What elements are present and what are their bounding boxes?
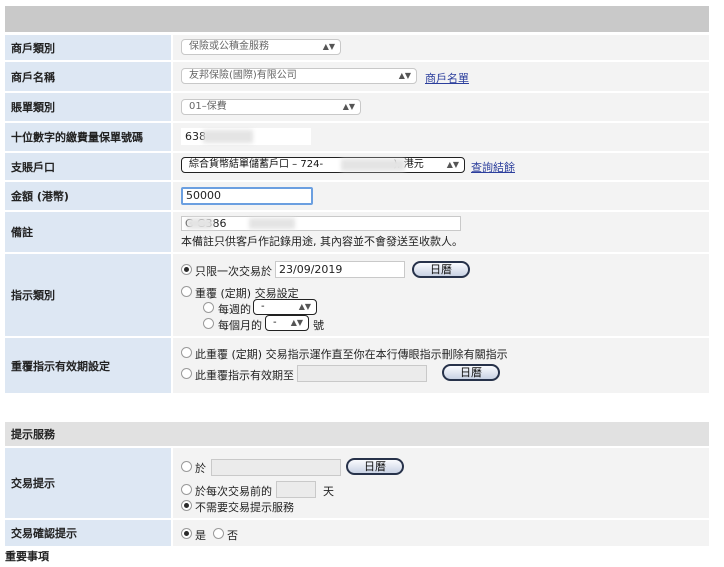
confirm-reminder-row: 交易確認提示 是 否 [5, 520, 709, 546]
redaction-blur [249, 218, 295, 229]
until-cancel-label: 此重覆 (定期) 交易指示運作直至你在本行傳眼指示刪除有關指示 [195, 348, 508, 361]
until-cancel-radio[interactable] [181, 347, 192, 358]
policy-number-label: 十位數字的繳費量保單號碼 [5, 123, 171, 151]
reminder-on-label: 於 [195, 462, 206, 475]
merchant-type-value: 保險或公積金服務 [189, 41, 269, 52]
remarks-row: 備註 G G386 本備註只供客戶作記錄用途, 其內容並不會發送至收款人。 [5, 212, 709, 252]
calendar-button[interactable]: 日曆 [412, 261, 470, 278]
validity-row: 重覆指示有效期設定 此重覆 (定期) 交易指示運作直至你在本行傳眼指示刪除有關指… [5, 338, 709, 393]
reminder-calendar-label: 日曆 [364, 460, 386, 473]
chevron-updown-icon: ▲▼ [322, 42, 335, 51]
remarks-label: 備註 [5, 212, 171, 252]
recurring-radio[interactable] [181, 286, 192, 297]
confirm-no-label: 否 [227, 529, 238, 542]
confirm-yes-radio[interactable] [181, 528, 192, 539]
instruction-type-row: 指示類別 只限一次交易於 23/09/2019 日曆 重覆 (定期) 交易設定 … [5, 254, 709, 336]
remarks-note: 本備註只供客戶作記錄用途, 其內容並不會發送至收款人。 [181, 235, 463, 248]
confirm-reminder-label: 交易確認提示 [5, 520, 171, 546]
confirm-no-radio[interactable] [213, 528, 224, 539]
chevron-updown-icon: ▲▼ [446, 160, 459, 169]
weekly-radio[interactable] [203, 302, 214, 313]
amount-row: 金額 (港幣) 50000 [5, 182, 709, 210]
no-reminder-label: 不需要交易提示服務 [195, 501, 294, 514]
debit-account-row: 支賬戶口 綜合貨幣結單儲蓄戶口 – 724- ), 港元 ▲▼ 查詢結餘 [5, 153, 709, 180]
redaction-blur [187, 218, 213, 229]
validity-calendar-label: 日曆 [460, 366, 482, 379]
no-reminder-radio[interactable] [181, 500, 192, 511]
bill-type-select[interactable]: 01–保費 ▲▼ [181, 99, 361, 115]
reminder-days-input[interactable] [276, 481, 316, 498]
once-date-input[interactable]: 23/09/2019 [275, 261, 405, 278]
important-notes-title: 重要事項 [5, 550, 49, 563]
until-date-input[interactable] [297, 365, 427, 382]
weekly-day-value: - [261, 301, 265, 312]
amount-input[interactable]: 50000 [181, 187, 313, 205]
monthly-radio[interactable] [203, 318, 214, 329]
policy-number-row: 十位數字的繳費量保單號碼 638 [5, 123, 709, 151]
reminder-date-input[interactable] [211, 459, 341, 476]
tx-reminder-label: 交易提示 [5, 448, 171, 518]
merchant-name-label: 商戶名稱 [5, 62, 171, 91]
merchant-name-row: 商戶名稱 友邦保險(國際)有限公司 ▲▼ 商戶名單 [5, 62, 709, 91]
merchant-name-value: 友邦保險(國際)有限公司 [189, 70, 297, 81]
tx-reminder-row: 交易提示 於 日曆 於每次交易前的 天 不需要交易提示服務 [5, 448, 709, 518]
amount-value: 50000 [186, 189, 221, 202]
chevron-updown-icon: ▲▼ [290, 318, 303, 327]
reminder-date-radio[interactable] [181, 461, 192, 472]
reminder-days-radio[interactable] [181, 484, 192, 495]
monthly-suffix: 號 [313, 319, 324, 332]
chevron-updown-icon: ▲▼ [342, 102, 355, 111]
reminder-days-suffix: 天 [323, 485, 334, 498]
chevron-updown-icon: ▲▼ [398, 71, 411, 80]
validity-label: 重覆指示有效期設定 [5, 338, 171, 393]
bill-type-label: 賬單類別 [5, 93, 171, 121]
instruction-type-label: 指示類別 [5, 254, 171, 336]
check-balance-link[interactable]: 查詢結餘 [471, 159, 515, 175]
debit-account-select[interactable]: 綜合貨幣結單儲蓄戶口 – 724- ), 港元 ▲▼ [181, 157, 465, 173]
reminder-calendar-button[interactable]: 日曆 [346, 458, 404, 475]
reminder-section-title: 提示服務 [5, 422, 709, 446]
calendar-button-label: 日曆 [430, 263, 452, 276]
weekly-day-select[interactable]: - ▲▼ [253, 299, 317, 315]
bill-type-value: 01–保費 [189, 101, 227, 112]
bill-type-row: 賬單類別 01–保費 ▲▼ [5, 93, 709, 121]
debit-account-value-prefix: 綜合貨幣結單儲蓄戶口 – 724- [189, 159, 324, 170]
merchant-type-select[interactable]: 保險或公積金服務 ▲▼ [181, 39, 341, 55]
merchant-list-link[interactable]: 商戶名單 [425, 70, 469, 86]
redaction-blur [341, 159, 405, 171]
until-date-label: 此重覆指示有效期至 [195, 369, 294, 382]
merchant-name-select[interactable]: 友邦保險(國際)有限公司 ▲▼ [181, 68, 417, 84]
monthly-day-select[interactable]: - ▲▼ [265, 315, 309, 331]
weekly-label: 每週的 [218, 303, 251, 316]
merchant-type-label: 商戶類別 [5, 35, 171, 60]
once-label: 只限一次交易於 [195, 265, 272, 278]
monthly-label: 每個月的 [218, 319, 262, 332]
debit-account-label: 支賬戶口 [5, 153, 171, 180]
redaction-blur [203, 130, 253, 143]
validity-calendar-button[interactable]: 日曆 [442, 364, 500, 381]
monthly-day-value: - [273, 317, 277, 328]
until-date-radio[interactable] [181, 368, 192, 379]
merchant-type-row: 商戶類別 保險或公積金服務 ▲▼ [5, 35, 709, 60]
header-bar [5, 6, 709, 32]
amount-label: 金額 (港幣) [5, 182, 171, 210]
remarks-input[interactable]: G G386 [181, 216, 461, 231]
confirm-yes-label: 是 [195, 529, 206, 542]
chevron-updown-icon: ▲▼ [298, 302, 311, 311]
once-date-value: 23/09/2019 [279, 263, 343, 276]
once-radio[interactable] [181, 264, 192, 275]
reminder-days-label: 於每次交易前的 [195, 485, 272, 498]
